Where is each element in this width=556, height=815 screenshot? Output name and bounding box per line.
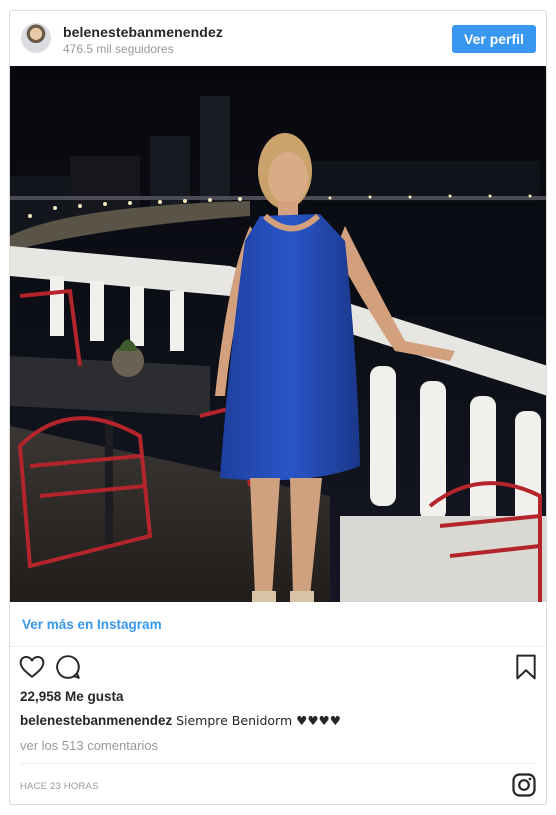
- caption-username[interactable]: belenestebanmenendez: [20, 713, 172, 728]
- post-photo[interactable]: [10, 66, 546, 602]
- post-header: belenestebanmenendez 476.5 mil seguidore…: [10, 11, 546, 67]
- view-more-link[interactable]: Ver más en Instagram: [22, 617, 162, 632]
- heart-icon[interactable]: [19, 654, 45, 680]
- view-more-section: Ver más en Instagram: [10, 602, 546, 647]
- view-comments-link[interactable]: ver los 513 comentarios: [20, 738, 158, 753]
- bookmark-icon[interactable]: [513, 654, 539, 680]
- post-timestamp: HACE 23 HORAS: [20, 781, 99, 792]
- view-profile-button[interactable]: Ver perfil: [452, 25, 536, 53]
- comment-icon[interactable]: [55, 654, 81, 680]
- caption: belenestebanmenendez Siempre Benidorm ♥♥…: [20, 713, 341, 728]
- like-count[interactable]: 22,958 Me gusta: [20, 689, 124, 704]
- avatar[interactable]: [21, 23, 51, 53]
- username[interactable]: belenestebanmenendez: [63, 24, 223, 40]
- follower-count: 476.5 mil seguidores: [63, 42, 174, 56]
- instagram-icon[interactable]: [512, 773, 536, 797]
- action-bar: [10, 647, 546, 687]
- caption-text: Siempre Benidorm ♥♥♥♥: [176, 713, 341, 728]
- instagram-embed-card: belenestebanmenendez 476.5 mil seguidore…: [9, 10, 547, 805]
- divider: [20, 763, 536, 764]
